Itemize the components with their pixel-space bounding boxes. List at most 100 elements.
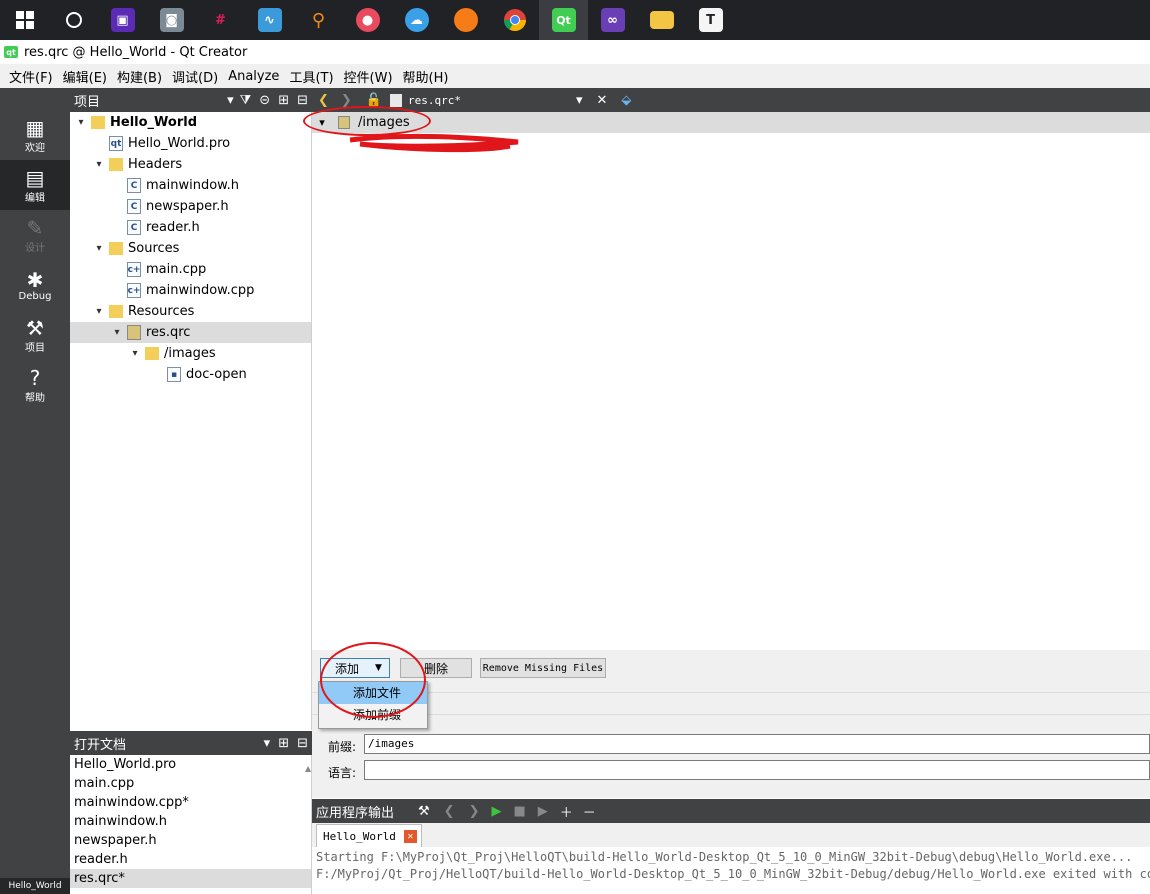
open-doc-item[interactable]: main.cpp — [70, 774, 311, 793]
chrome-icon[interactable] — [490, 0, 539, 40]
open-doc-item[interactable]: mainwindow.cpp* — [70, 793, 311, 812]
tree-item-prefix[interactable]: ▾/images — [70, 343, 311, 364]
header-file-icon: C — [127, 178, 141, 193]
window-title: res.qrc @ Hello_World - Qt Creator — [24, 44, 248, 60]
typora-icon[interactable]: T — [686, 0, 735, 40]
back-arrow-icon[interactable]: ❮ — [318, 93, 329, 108]
mode-projects[interactable]: ⚒ 项目 — [0, 310, 70, 360]
search-app-icon[interactable]: ⚲ — [294, 0, 343, 40]
open-doc-item[interactable]: mainwindow.h — [70, 812, 311, 831]
chevron-down-icon[interactable]: ▾ — [110, 327, 124, 338]
visual-studio-icon[interactable]: ∞ — [588, 0, 637, 40]
tree-item-sources[interactable]: ▾ Sources — [70, 238, 311, 259]
qrc-actions: 添加 ▼ 删除 Remove Missing Files 前缀: /images … — [312, 650, 1150, 798]
prefix-input[interactable]: /images — [364, 734, 1150, 754]
menu-widgets[interactable]: 控件(W) — [339, 67, 398, 86]
tree-item-file[interactable]: c+ mainwindow.cpp — [70, 280, 311, 301]
mode-debug[interactable]: ✱ Debug — [0, 260, 70, 310]
mode-welcome[interactable]: ▦ 欢迎 — [0, 110, 70, 160]
tree-item-headers[interactable]: ▾ Headers — [70, 154, 311, 175]
close-icon[interactable]: ✕ — [403, 829, 417, 843]
menu-file[interactable]: 文件(F) — [4, 67, 58, 86]
stop-icon[interactable]: ■ — [513, 804, 525, 819]
dropdown-arrow-icon[interactable]: ▾ — [264, 736, 271, 751]
remove-missing-button[interactable]: Remove Missing Files — [480, 658, 606, 678]
chevron-down-icon[interactable]: ▾ — [74, 117, 88, 128]
dropdown-arrow-icon[interactable]: ▾ — [576, 93, 583, 108]
qt-creator-icon[interactable]: Qt — [539, 0, 588, 40]
qt-logo-icon: qt — [4, 46, 18, 58]
close-pane-icon[interactable]: ⊟ — [297, 93, 308, 108]
tree-item-resources[interactable]: ▾ Resources — [70, 301, 311, 322]
close-icon[interactable]: ✕ — [597, 93, 608, 108]
tree-item-file[interactable]: Cnewspaper.h — [70, 196, 311, 217]
menu-analyze[interactable]: Analyze — [223, 69, 284, 84]
tree-item-image[interactable]: ▪ doc-open — [70, 364, 311, 385]
forward-arrow-icon[interactable]: ❯ — [341, 93, 352, 108]
kit-selector[interactable]: Hello_World — [0, 878, 70, 894]
chevron-down-icon[interactable]: ▾ — [92, 306, 106, 317]
tree-item-file[interactable]: Cmainwindow.h — [70, 175, 311, 196]
chevron-down-icon[interactable]: ▾ — [92, 159, 106, 170]
cloud-app-icon[interactable]: ☁ — [392, 0, 441, 40]
debug-run-icon[interactable]: ▶ — [538, 804, 548, 819]
mode-design[interactable]: ✎ 设计 — [0, 210, 70, 260]
dropdown-arrow-icon[interactable]: ▾ — [227, 93, 234, 108]
tree-item-qrc-selected[interactable]: ▾ res.qrc — [70, 322, 311, 343]
window-titlebar: qt res.qrc @ Hello_World - Qt Creator — [0, 40, 1150, 64]
editor-tab[interactable]: res.qrc* — [408, 94, 461, 107]
attach-icon[interactable]: ⚒ — [418, 804, 430, 819]
mode-sidebar: ▦ 欢迎 ▤ 编辑 ✎ 设计 ✱ Debug ⚒ 项目 ? 帮助 Hello_World — [0, 88, 70, 894]
open-doc-item[interactable]: Hello_World.pro — [70, 755, 311, 774]
output-line: F:/MyProj/Qt_Proj/HelloQT/build-Hello_Wo… — [316, 867, 1150, 881]
database-app-icon[interactable]: ◙ — [147, 0, 196, 40]
language-input[interactable] — [364, 760, 1150, 780]
folder-icon — [109, 158, 123, 171]
mode-help[interactable]: ? 帮助 — [0, 360, 70, 410]
run-icon[interactable]: ▶ — [491, 804, 501, 819]
cortana-icon[interactable] — [49, 0, 98, 40]
zoom-in-icon[interactable]: ＋ — [560, 802, 573, 821]
filter-icon[interactable]: ⧩ — [240, 93, 252, 108]
split-editor-icon[interactable]: ⬙ — [621, 93, 631, 108]
output-tab[interactable]: Hello_World ✕ — [316, 824, 422, 847]
tree-item-project[interactable]: ▾ Hello_World — [70, 112, 311, 133]
chevron-down-icon[interactable]: ▾ — [128, 348, 142, 359]
slack-app-icon[interactable]: # — [196, 0, 245, 40]
split-icon[interactable]: ⊞ — [278, 736, 289, 751]
close-pane-icon[interactable]: ⊟ — [297, 736, 308, 751]
tree-item-file[interactable]: Creader.h — [70, 217, 311, 238]
tree-item-file[interactable]: c+ main.cpp — [70, 259, 311, 280]
vertical-scrollbar[interactable]: ▲ — [297, 759, 311, 778]
menu-edit[interactable]: 编辑(E) — [58, 67, 112, 86]
mode-edit[interactable]: ▤ 编辑 — [0, 160, 70, 210]
cpu-app-icon[interactable]: ▣ — [98, 0, 147, 40]
menu-build[interactable]: 构建(B) — [112, 67, 167, 86]
file-explorer-icon[interactable] — [637, 0, 686, 40]
menu-help[interactable]: 帮助(H) — [398, 67, 454, 86]
cpp-file-icon: c+ — [127, 283, 141, 298]
chevron-down-icon[interactable]: ▾ — [92, 243, 106, 254]
divider — [312, 692, 1150, 693]
open-doc-item-selected[interactable]: res.qrc* — [70, 869, 311, 888]
screen-record-icon[interactable]: ● — [343, 0, 392, 40]
back-arrow-icon[interactable]: ❮ — [444, 804, 455, 819]
tree-item-pro-file[interactable]: qt Hello_World.pro — [70, 133, 311, 154]
open-doc-item[interactable]: newspaper.h — [70, 831, 311, 850]
pencil-icon: ✎ — [26, 215, 44, 240]
menu-debug[interactable]: 调试(D) — [167, 67, 223, 86]
pulse-app-icon[interactable]: ∿ — [245, 0, 294, 40]
link-icon[interactable]: ⊝ — [259, 93, 270, 108]
zoom-out-icon[interactable]: － — [583, 802, 596, 821]
red-circle-annotation — [320, 642, 426, 718]
wrench-icon: ⚒ — [26, 315, 44, 340]
windows-start-icon[interactable] — [0, 0, 49, 40]
project-tree: ▾ Hello_World qt Hello_World.pro ▾ Headers … — [70, 112, 312, 730]
forward-arrow-icon[interactable]: ❯ — [469, 804, 480, 819]
open-docs-list: Hello_World.pro main.cpp mainwindow.cpp*… — [70, 755, 312, 894]
open-doc-item[interactable]: reader.h — [70, 850, 311, 869]
menu-tools[interactable]: 工具(T) — [284, 67, 338, 86]
firefox-icon[interactable] — [441, 0, 490, 40]
qrc-prefix-row[interactable]: ▾ /images — [312, 112, 1150, 133]
split-icon[interactable]: ⊞ — [278, 93, 289, 108]
